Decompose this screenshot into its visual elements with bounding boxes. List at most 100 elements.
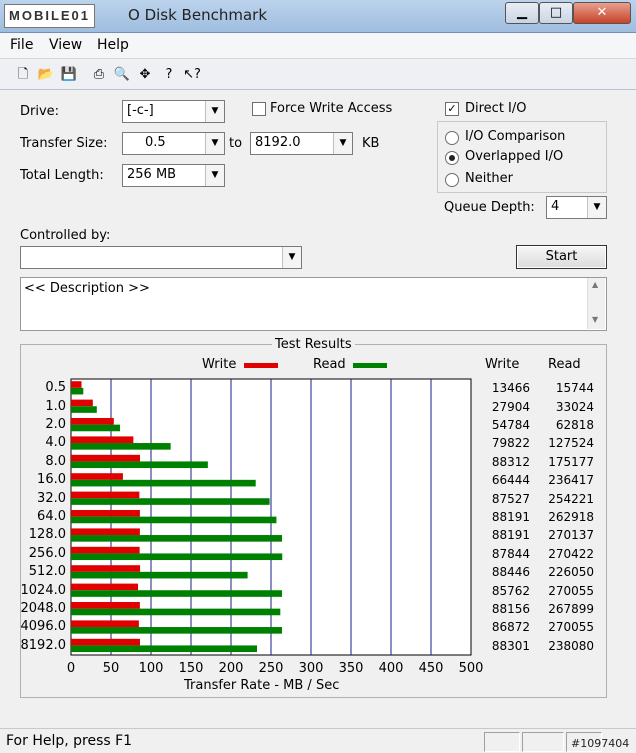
scroll-down-icon[interactable]: ▼ — [592, 315, 598, 324]
read-value: 127524 — [548, 436, 594, 451]
write-value: 86872 — [491, 620, 530, 635]
minimize-button[interactable]: ▁ — [505, 2, 539, 24]
chevron-down-icon[interactable]: ▼ — [333, 133, 352, 154]
category-label: 32.0 — [37, 490, 66, 506]
drive-value: [-c-] — [127, 103, 154, 118]
category-label: 4.0 — [45, 435, 66, 451]
read-value: 270055 — [548, 583, 594, 598]
x-tick-label: 450 — [418, 661, 444, 676]
read-value: 267899 — [548, 602, 594, 616]
x-tick-label: 150 — [178, 661, 204, 676]
radio-overlapped-io[interactable] — [445, 151, 459, 165]
kb-label: KB — [362, 136, 380, 151]
category-label: 256.0 — [28, 545, 66, 561]
read-value: 62818 — [555, 418, 594, 432]
menu-help[interactable]: Help — [97, 37, 129, 53]
write-bar — [71, 638, 140, 646]
queue-depth-label: Queue Depth: — [444, 200, 535, 215]
x-tick-label: 0 — [66, 661, 76, 676]
write-bar — [71, 418, 114, 425]
category-label: 1.0 — [45, 398, 66, 414]
write-value: 88446 — [491, 565, 530, 580]
category-label: 64.0 — [37, 509, 66, 524]
menu-bar: File View Help — [0, 33, 636, 59]
print-icon[interactable]: ⎙ — [88, 64, 110, 86]
maximize-button[interactable]: □ — [539, 2, 573, 24]
write-value: 85762 — [491, 583, 530, 598]
write-value: 87527 — [491, 491, 530, 506]
category-label: 2.0 — [45, 417, 66, 432]
read-bar — [71, 387, 84, 395]
write-value: 88301 — [491, 638, 530, 653]
transfer-from-select[interactable]: 0.5 ▼ — [122, 132, 225, 155]
write-bar — [71, 565, 141, 572]
category-label: 0.5 — [45, 380, 66, 396]
queue-depth-select[interactable]: 4 ▼ — [546, 196, 607, 219]
move-icon[interactable]: ✥ — [134, 64, 156, 86]
close-button[interactable]: ✕ — [573, 2, 631, 24]
total-length-select[interactable]: 256 MB ▼ — [122, 164, 225, 187]
category-label: 512.0 — [28, 564, 66, 580]
write-value: 27904 — [491, 399, 530, 414]
save-icon[interactable]: 💾 — [58, 64, 80, 86]
read-bar — [71, 608, 281, 616]
chevron-down-icon[interactable]: ▼ — [205, 165, 224, 186]
write-bar — [71, 381, 82, 388]
status-panel-1 — [484, 732, 520, 752]
category-label: 128.0 — [28, 527, 66, 543]
read-bar — [71, 479, 256, 487]
watermark: #1097404 — [571, 737, 630, 750]
write-value: 66444 — [491, 473, 530, 488]
write-bar — [71, 602, 140, 609]
scroll-up-icon[interactable]: ▲ — [592, 280, 598, 289]
write-value: 88191 — [491, 510, 530, 524]
transfer-to-select[interactable]: 8192.0 ▼ — [250, 132, 353, 155]
read-bar — [71, 424, 121, 432]
open-icon[interactable]: 📂 — [35, 64, 57, 86]
status-panel-2 — [522, 732, 564, 752]
drive-label: Drive: — [20, 104, 60, 119]
print-preview-icon[interactable]: 🔍 — [111, 64, 133, 86]
read-value: 33024 — [555, 399, 594, 414]
radio-neither[interactable] — [445, 173, 459, 187]
total-length-label: Total Length: — [20, 168, 104, 183]
x-tick-label: 50 — [102, 661, 120, 676]
radio-io-comparison[interactable] — [445, 131, 459, 145]
write-value: 88312 — [491, 454, 530, 469]
new-icon[interactable]: 🗋 — [12, 64, 34, 86]
x-tick-label: 100 — [138, 661, 164, 676]
write-value: 88156 — [491, 602, 530, 616]
chevron-down-icon[interactable]: ▼ — [587, 197, 606, 218]
read-bar — [71, 535, 283, 542]
chevron-down-icon[interactable]: ▼ — [205, 101, 224, 122]
x-tick-label: 400 — [378, 661, 404, 676]
legend-write-swatch — [244, 363, 278, 368]
force-write-checkbox[interactable] — [252, 102, 266, 116]
description-text: << Description >> — [24, 281, 150, 296]
category-label: 2048.0 — [20, 601, 67, 616]
controlled-by-select[interactable]: ▼ — [20, 246, 302, 269]
transfer-from-value: 0.5 — [145, 135, 166, 150]
description-scrollbar[interactable]: ▲ ▼ — [587, 278, 605, 329]
menu-file[interactable]: File — [10, 37, 33, 53]
write-bar — [71, 436, 134, 444]
menu-view[interactable]: View — [49, 37, 82, 53]
to-label: to — [229, 136, 243, 151]
legend-read-swatch — [353, 363, 387, 368]
help-icon[interactable]: ? — [158, 64, 180, 86]
description-box[interactable]: << Description >> — [20, 277, 607, 331]
chevron-down-icon[interactable]: ▼ — [205, 133, 224, 154]
write-bar — [71, 473, 123, 480]
direct-io-checkbox[interactable]: ✓ — [445, 102, 459, 116]
chevron-down-icon[interactable]: ▼ — [282, 247, 301, 268]
context-help-icon[interactable]: ↖? — [181, 64, 203, 86]
drive-select[interactable]: [-c-] ▼ — [122, 100, 225, 123]
x-axis-label: Transfer Rate - MB / Sec — [184, 678, 340, 693]
write-bar — [71, 546, 140, 554]
start-button[interactable]: Start — [516, 245, 607, 269]
read-value: 270055 — [548, 620, 594, 635]
write-value: 87844 — [491, 546, 530, 561]
queue-depth-value: 4 — [551, 199, 560, 214]
write-bar — [71, 620, 139, 628]
read-value: 226050 — [548, 565, 594, 580]
